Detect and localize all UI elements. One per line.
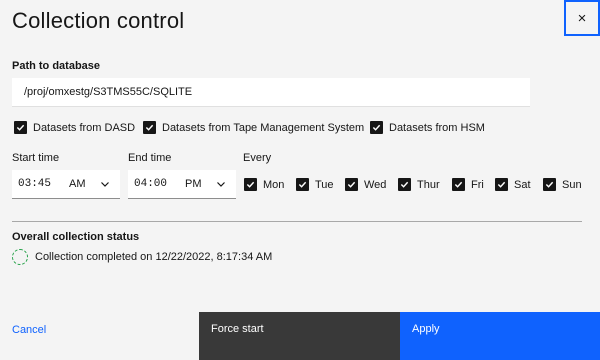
divider xyxy=(12,221,582,222)
checkbox-checked-icon xyxy=(495,178,508,191)
close-icon: × xyxy=(577,9,587,27)
checkbox-day-wed[interactable]: Wed xyxy=(345,178,386,191)
checkbox-day-fri[interactable]: Fri xyxy=(452,178,484,191)
checkbox-day-tue[interactable]: Tue xyxy=(296,178,334,191)
path-label: Path to database xyxy=(12,60,101,72)
day-label: Mon xyxy=(263,178,285,191)
day-label: Sat xyxy=(514,178,531,191)
path-input[interactable]: /proj/omxestg/S3TMS55C/SQLITE xyxy=(12,78,530,107)
checkbox-day-sun[interactable]: Sun xyxy=(543,178,582,191)
status-in-progress-icon xyxy=(12,249,28,265)
end-time-picker: 04:00 PM xyxy=(128,170,236,199)
day-label: Sun xyxy=(562,178,582,191)
dialog-footer: Cancel Force start Apply xyxy=(0,312,600,360)
checkbox-checked-icon xyxy=(296,178,309,191)
checkbox-checked-icon xyxy=(452,178,465,191)
start-ampm-select[interactable]: AM xyxy=(69,178,86,190)
start-time-input[interactable]: 03:45 xyxy=(18,178,51,190)
checkbox-checked-icon xyxy=(14,121,27,134)
day-label: Fri xyxy=(471,178,484,191)
checkbox-day-thur[interactable]: Thur xyxy=(398,178,440,191)
end-ampm-select[interactable]: PM xyxy=(185,178,202,190)
checkbox-datasets-hsm[interactable]: Datasets from HSM xyxy=(370,121,485,134)
checkbox-label: Datasets from DASD xyxy=(33,121,136,134)
dialog-title: Collection control xyxy=(12,8,185,33)
start-time-label: Start time xyxy=(12,152,60,164)
checkbox-checked-icon xyxy=(543,178,556,191)
chevron-down-icon[interactable] xyxy=(216,179,226,189)
apply-button[interactable]: Apply xyxy=(400,312,600,360)
checkbox-label: Datasets from HSM xyxy=(389,121,485,134)
checkbox-checked-icon xyxy=(244,178,257,191)
end-time-input[interactable]: 04:00 xyxy=(134,178,167,190)
checkbox-datasets-tape[interactable]: Datasets from Tape Management System xyxy=(143,121,364,134)
day-label: Tue xyxy=(315,178,334,191)
cancel-button[interactable]: Cancel xyxy=(0,312,199,360)
checkbox-checked-icon xyxy=(143,121,156,134)
checkbox-datasets-dasd[interactable]: Datasets from DASD xyxy=(14,121,135,134)
checkbox-checked-icon xyxy=(398,178,411,191)
every-label: Every xyxy=(243,152,272,164)
checkbox-day-mon[interactable]: Mon xyxy=(244,178,284,191)
day-label: Thur xyxy=(417,178,440,191)
day-label: Wed xyxy=(364,178,387,191)
status-label: Overall collection status xyxy=(12,231,140,243)
end-time-label: End time xyxy=(128,152,172,164)
checkbox-checked-icon xyxy=(345,178,358,191)
start-time-picker: 03:45 AM xyxy=(12,170,120,199)
status-text: Collection completed on 12/22/2022, 8:17… xyxy=(35,251,273,263)
chevron-down-icon[interactable] xyxy=(100,179,110,189)
close-button[interactable]: × xyxy=(564,0,600,36)
checkbox-checked-icon xyxy=(370,121,383,134)
status-row: Collection completed on 12/22/2022, 8:17… xyxy=(12,249,272,265)
force-start-button[interactable]: Force start xyxy=(199,312,400,360)
checkbox-day-sat[interactable]: Sat xyxy=(495,178,531,191)
checkbox-label: Datasets from Tape Management System xyxy=(162,121,365,134)
